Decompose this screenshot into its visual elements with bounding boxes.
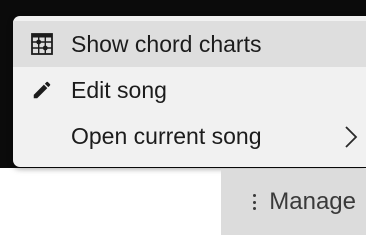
chevron-right-icon	[344, 125, 358, 155]
menu-item-label: Edit song	[71, 76, 167, 103]
menu-item-label: Open current song	[71, 122, 262, 149]
chord-chart-icon	[13, 32, 71, 56]
pencil-icon	[13, 79, 71, 101]
context-menu: Show chord charts Edit song Open current…	[13, 16, 366, 167]
manage-button-label: Manage	[269, 188, 356, 215]
menu-item-open-current-song[interactable]: Open current song	[13, 113, 366, 159]
menu-item-edit-song[interactable]: Edit song	[13, 67, 366, 113]
kebab-menu-icon	[253, 194, 257, 210]
menu-item-show-chord-charts[interactable]: Show chord charts	[13, 21, 366, 67]
menu-item-label: Show chord charts	[71, 30, 262, 57]
manage-button[interactable]: Manage	[221, 169, 366, 235]
